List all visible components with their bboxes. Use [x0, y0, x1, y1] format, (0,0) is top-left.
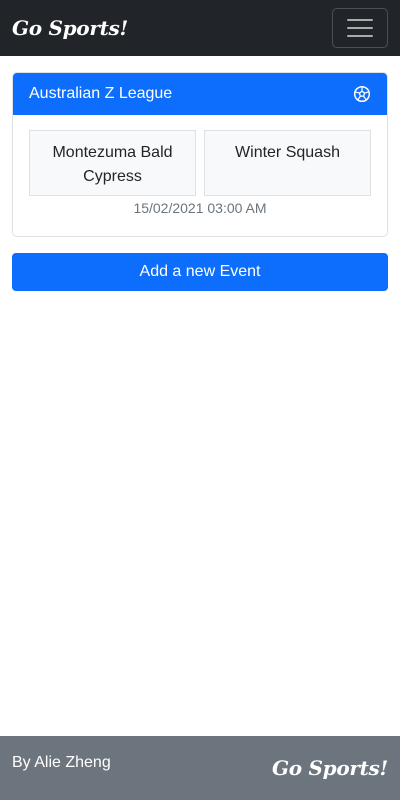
- soccer-ball-icon: [353, 85, 371, 103]
- add-event-button[interactable]: Add a new Event: [12, 253, 388, 291]
- event-card-header: Australian Z League: [13, 73, 387, 115]
- footer-author: By Alie Zheng: [12, 754, 111, 771]
- team-away: Winter Squash: [204, 130, 371, 196]
- footer-brand: Go Sports!: [272, 756, 388, 780]
- hamburger-menu-icon: [347, 19, 373, 21]
- top-navbar: Go Sports!: [0, 0, 400, 56]
- page: Go Sports! Australian Z League Montezuma…: [0, 0, 400, 800]
- league-title: Australian Z League: [29, 85, 173, 102]
- hamburger-menu-button[interactable]: [332, 8, 388, 48]
- teams-row: Montezuma Bald Cypress Winter Squash: [29, 130, 371, 196]
- event-card[interactable]: Australian Z League Montezuma Bald Cypre…: [12, 72, 388, 237]
- team-home: Montezuma Bald Cypress: [29, 130, 196, 196]
- hamburger-menu-icon-line: [347, 35, 373, 37]
- event-datetime: 15/02/2021 03:00 AM: [133, 200, 267, 216]
- hamburger-menu-icon-line: [347, 27, 373, 29]
- footer: By Alie Zheng Go Sports!: [0, 736, 400, 800]
- navbar-brand[interactable]: Go Sports!: [12, 16, 128, 40]
